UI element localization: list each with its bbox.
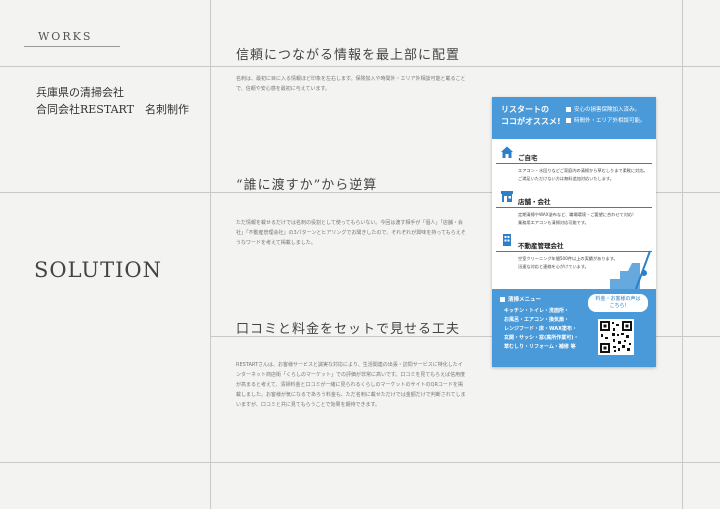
- solution-heading: SOLUTION: [34, 258, 162, 282]
- bubble-line1: 料金・お客様の声は: [595, 296, 641, 302]
- bubble-line2: こちら!: [609, 303, 627, 309]
- house-icon: [501, 146, 513, 158]
- divider: [0, 66, 720, 67]
- square-bullet-icon: [566, 118, 571, 123]
- client-company: 兵庫県の清掃会社: [36, 86, 124, 99]
- building-icon: [503, 234, 511, 246]
- store-icon: [501, 191, 513, 202]
- category-label: 不動産管理会社: [518, 242, 564, 250]
- card-header-points: 安心の損害保険加入済み。 時間外・エリア外相談可能。: [566, 105, 646, 127]
- category-home: ご自宅 エアコン・水回りなどご家庭内の清掃から草むしりまで柔軟に対応。 ご満足い…: [496, 146, 652, 183]
- business-card: リスタートの ココがオススメ! 安心の損害保険加入済み。 時間外・エリア外相談可…: [492, 97, 656, 367]
- client-info: 兵庫県の清掃会社 合同会社RESTART 名刺制作: [36, 84, 189, 118]
- category-desc: 業務用エアコンも清掃対応可能です。: [518, 220, 589, 225]
- section-title-2: “誰に渡すか”から逆算: [236, 178, 378, 193]
- section-title-3: 口コミと料金をセットで見せる工夫: [236, 322, 461, 337]
- menu-item: 玄関・サッシ・窓(高所作業可)・: [504, 335, 579, 341]
- menu-item: レンジフード・床・WAX塗布・: [504, 326, 578, 332]
- header-point: 安心の損害保険加入済み。: [566, 105, 646, 116]
- menu-title: 清掃メニュー: [500, 295, 541, 303]
- section-title-1: 信頼につながる情報を最上部に配置: [236, 48, 461, 63]
- category-label: ご自宅: [518, 154, 538, 162]
- header-title-line1: リスタートの: [501, 105, 549, 114]
- category-desc: ご満足いただけない方は無料追加対応いたします。: [518, 176, 614, 181]
- header-point: 時間外・エリア外相談可能。: [566, 116, 646, 127]
- section-text-2: ただ情報を載せるだけでは名刺の役割として使ってもらいない。今回は渡す相手が「個人…: [236, 220, 466, 246]
- menu-item: 草むしり・リフォーム・補修 等: [504, 344, 576, 350]
- divider: [0, 462, 720, 463]
- category-desc: エアコン・水回りなどご家庭内の清掃から草むしりまで柔軟に対応。: [518, 168, 648, 173]
- menu-items: キッチン・トイレ・洗面所・ お風呂・エアコン・換気扇・ レンジフード・床・WAX…: [504, 307, 579, 352]
- divider: [210, 0, 211, 509]
- works-underline: [24, 46, 120, 47]
- menu-title-text: 清掃メニュー: [508, 297, 542, 303]
- header-title-line2: ココがオススメ!: [501, 117, 561, 126]
- section-text-3: RESTARTさんは、お客様サービスと誠実な対応により、生活関連の出張・訪問サー…: [236, 362, 466, 408]
- square-bullet-icon: [566, 107, 571, 112]
- cleaning-illustration: [610, 250, 651, 289]
- qr-code-icon[interactable]: [598, 319, 634, 355]
- square-bullet-icon: [500, 297, 505, 302]
- category-label: 店舗・会社: [518, 198, 551, 206]
- card-footer: 清掃メニュー キッチン・トイレ・洗面所・ お風呂・エアコン・換気扇・ レンジフー…: [492, 289, 656, 367]
- section-text-1: 名刺は、最初に目に入る情報ほど印象を左右します。保険加入や時間外・エリア外相談可…: [236, 76, 466, 92]
- category-desc: 定期清掃やWAX塗布など、職場環境・ご要望に合わせて対応!: [518, 212, 634, 217]
- client-project: 合同会社RESTART 名刺制作: [36, 103, 189, 116]
- header-point-text: 安心の損害保険加入済み。: [574, 107, 641, 113]
- callout-bubble: 料金・お客様の声は こちら!: [588, 294, 648, 312]
- category-header: 店舗・会社: [496, 191, 652, 208]
- works-label: WORKS: [38, 30, 93, 43]
- header-point-text: 時間外・エリア外相談可能。: [574, 118, 646, 124]
- category-header: ご自宅: [496, 146, 652, 164]
- card-header: リスタートの ココがオススメ! 安心の損害保険加入済み。 時間外・エリア外相談可…: [492, 97, 656, 139]
- card-header-title: リスタートの ココがオススメ!: [501, 104, 561, 128]
- category-shop: 店舗・会社 定期清掃やWAX塗布など、職場環境・ご要望に合わせて対応! 業務用エ…: [496, 191, 652, 227]
- menu-item: キッチン・トイレ・洗面所・: [504, 308, 570, 314]
- divider: [682, 0, 683, 509]
- menu-item: お風呂・エアコン・換気扇・: [504, 317, 570, 323]
